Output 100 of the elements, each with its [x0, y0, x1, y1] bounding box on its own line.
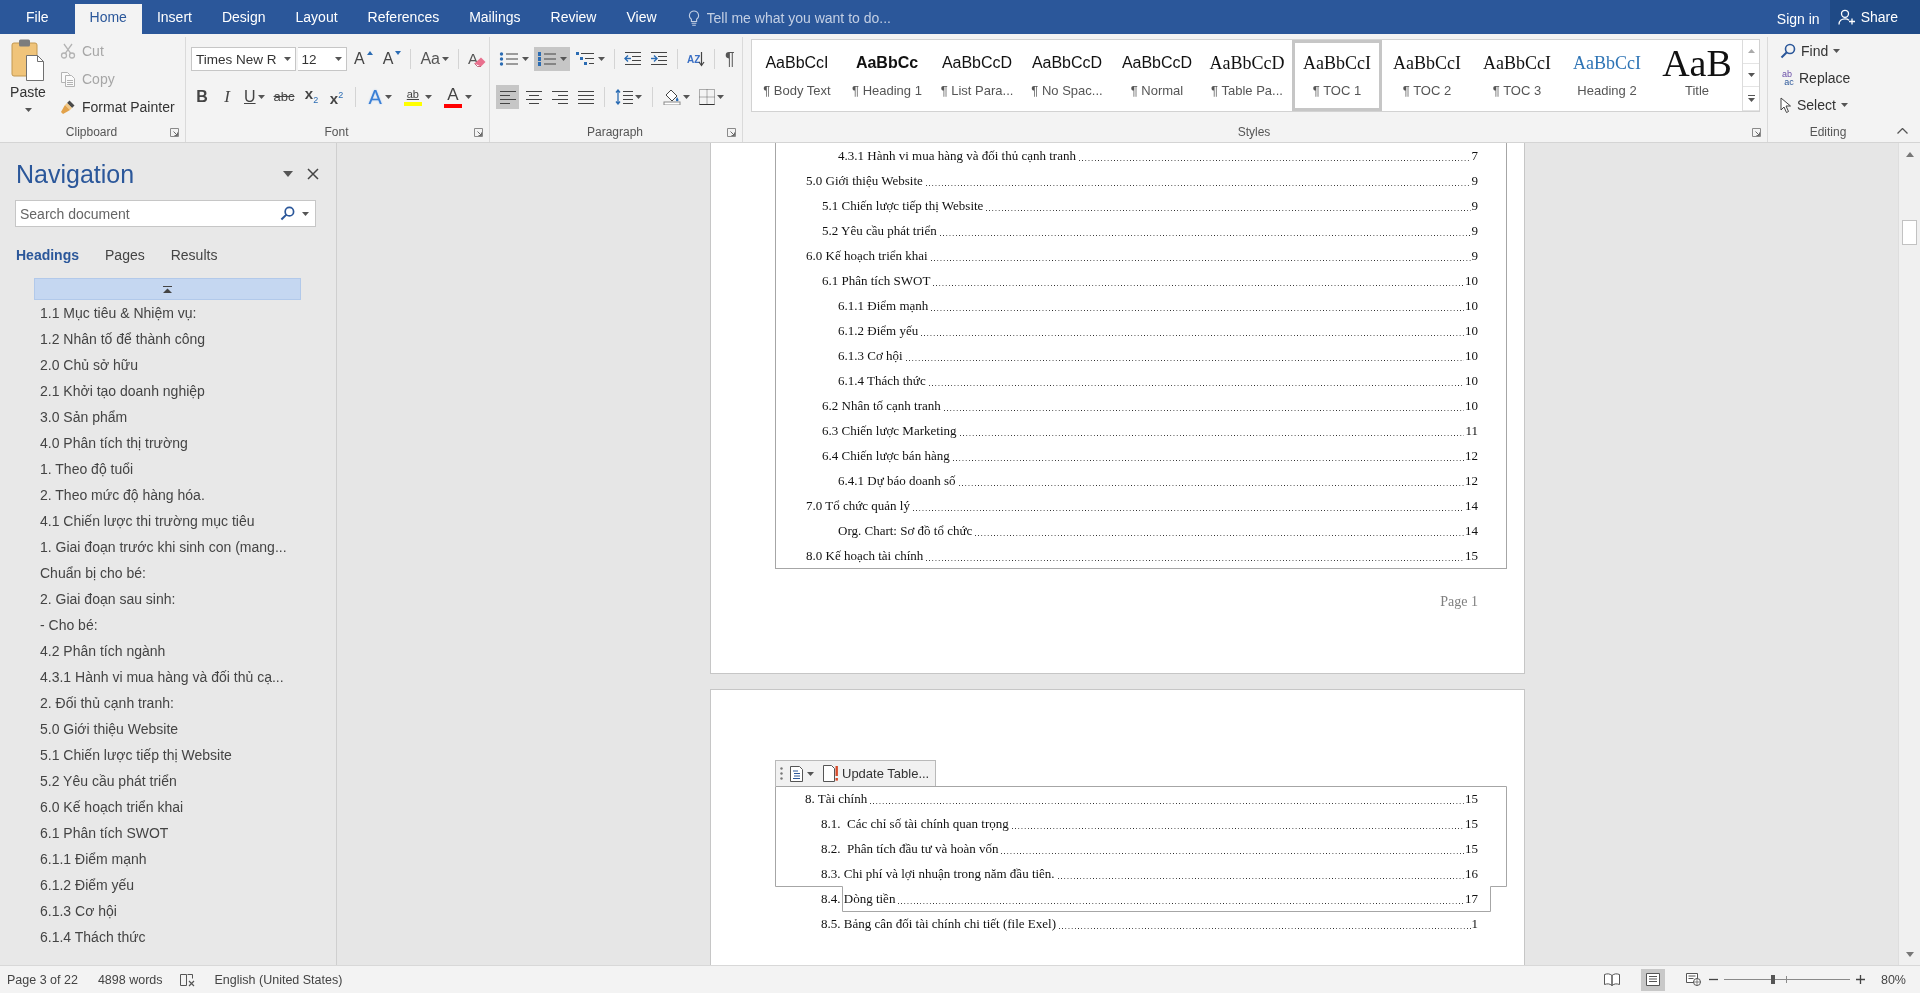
- toc-entry[interactable]: 6.1.2 Điểm yếu: [838, 322, 919, 339]
- style-option[interactable]: AaBbCcD ¶ No Spac...: [1022, 40, 1112, 111]
- toc-entry[interactable]: 6.1.4 Thách thức: [838, 372, 926, 389]
- style-option[interactable]: AaBbCcD ¶ Table Pa...: [1202, 40, 1292, 111]
- toc-entry[interactable]: 5.0 Giới thiệu Website: [806, 172, 923, 189]
- style-option[interactable]: AaBbCcI ¶ TOC 2: [1382, 40, 1472, 111]
- heading-item[interactable]: 6.1.2 Điểm yếu: [36, 872, 139, 898]
- heading-item[interactable]: 6.0 Kế hoạch triển khai: [36, 794, 188, 820]
- heading-item[interactable]: 6.1 Phân tích SWOT: [36, 820, 173, 846]
- toc-entry[interactable]: 7.0 Tổ chức quản lý: [806, 497, 910, 514]
- font-color-button[interactable]: A: [440, 85, 475, 109]
- italic-button[interactable]: I: [216, 85, 238, 109]
- font-size-field[interactable]: 12: [297, 47, 348, 71]
- zoom-level[interactable]: 80%: [1880, 970, 1906, 989]
- toc-entry[interactable]: 8.3. Chi phí và lợi nhuận trong năm đầu tiên.: [821, 865, 1055, 882]
- style-option[interactable]: AaBbCcD ¶ List Para...: [932, 40, 1022, 111]
- ribbon-tab[interactable]: Insert: [141, 4, 207, 34]
- heading-item[interactable]: 2.1 Khởi tạo doanh nghiệp: [36, 378, 209, 404]
- superscript-button[interactable]: x$^{2}$: [325, 85, 348, 109]
- zoom-slider-thumb[interactable]: [1771, 975, 1776, 984]
- print-layout-button[interactable]: [1640, 968, 1665, 991]
- style-option[interactable]: AaBbCcI Heading 2: [1562, 40, 1652, 111]
- toc-entry[interactable]: 8.4. Dòng tiền: [821, 890, 896, 907]
- toc-entry[interactable]: 6.4.1 Dự báo doanh số: [838, 472, 956, 489]
- search-icon[interactable]: [280, 206, 295, 221]
- heading-item[interactable]: 5.2 Yêu cầu phát triển: [36, 768, 181, 794]
- heading-item[interactable]: 2. Đối thủ cạnh tranh:: [36, 690, 178, 716]
- scrollbar-thumb[interactable]: [1902, 220, 1917, 245]
- heading-item[interactable]: - Cho bé:: [36, 612, 102, 638]
- style-option[interactable]: AaBbCcD ¶ Normal: [1112, 40, 1202, 111]
- style-option[interactable]: AaBbCcI ¶ TOC 3: [1472, 40, 1562, 111]
- toc-entry[interactable]: 6.0 Kế hoạch triển khai: [806, 247, 928, 264]
- style-option[interactable]: AaB Title: [1652, 40, 1742, 111]
- text-effects-button[interactable]: A: [365, 85, 395, 109]
- find-button[interactable]: Find: [1778, 37, 1843, 64]
- page-count[interactable]: Page 3 of 22: [7, 970, 78, 989]
- ribbon-tab[interactable]: References: [352, 4, 455, 34]
- heading-item[interactable]: 4.0 Phân tích thị trường: [36, 430, 192, 456]
- pane-tab[interactable]: Results: [157, 244, 231, 266]
- heading-item[interactable]: 5.0 Giới thiệu Website: [36, 716, 183, 742]
- style-option[interactable]: AaBbCc ¶ Heading 1: [842, 40, 932, 111]
- sign-in-link[interactable]: Sign in: [1766, 4, 1830, 34]
- format-painter-button[interactable]: Format Painter: [56, 93, 179, 121]
- heading-item[interactable]: 5.1 Chiến lược tiếp thị Website: [36, 742, 236, 768]
- pane-tab[interactable]: Headings: [3, 244, 92, 266]
- dialog-launcher-icon[interactable]: [474, 127, 483, 137]
- toc-entry[interactable]: 8.1. Các chỉ số tài chính quan trọng: [821, 815, 1009, 832]
- style-option[interactable]: AaBbCcI ¶ Body Text: [752, 40, 842, 111]
- heading-item[interactable]: 1. Giai đoạn trước khi sinh con (mang...: [36, 534, 291, 560]
- heading-item[interactable]: 2.0 Chủ sở hữu: [36, 352, 142, 378]
- strikethrough-button[interactable]: abc: [270, 85, 298, 109]
- share-button[interactable]: Share: [1829, 0, 1920, 34]
- caret-icon[interactable]: [302, 212, 309, 216]
- heading-item[interactable]: 1.2 Nhân tố để thành công: [36, 326, 210, 352]
- shrink-font-button[interactable]: A: [379, 47, 405, 71]
- sort-button[interactable]: AZ: [684, 47, 708, 71]
- align-left-button[interactable]: [496, 85, 519, 109]
- show-marks-button[interactable]: ¶: [721, 47, 739, 71]
- word-count[interactable]: 4898 words: [97, 970, 163, 989]
- toc-entry[interactable]: 5.2 Yêu cầu phát triển: [822, 222, 937, 239]
- toc-entry[interactable]: 6.1 Phân tích SWOT: [822, 272, 931, 289]
- bold-button[interactable]: B: [191, 85, 213, 109]
- language-indicator[interactable]: English (United States): [214, 970, 343, 989]
- pane-tab[interactable]: Pages: [92, 244, 158, 266]
- heading-item[interactable]: 1. Theo độ tuổi: [36, 456, 138, 482]
- heading-item[interactable]: 3.0 Sản phẩm: [36, 404, 132, 430]
- heading-item[interactable]: 4.1 Chiến lược thi trường mục tiêu: [36, 508, 259, 534]
- ribbon-tab[interactable]: Mailings: [454, 4, 536, 34]
- heading-item[interactable]: 4.3.1 Hành vi mua hàng và đối thủ cạ...: [36, 664, 288, 690]
- highlight-button[interactable]: ab: [400, 85, 435, 109]
- tell-me-field[interactable]: Tell me what you want to do...: [706, 9, 919, 26]
- ribbon-tab[interactable]: File: [0, 4, 75, 34]
- toc-entry[interactable]: Org. Chart: Sơ đồ tổ chức: [838, 522, 973, 539]
- toc-entry[interactable]: 5.1 Chiến lược tiếp thị Website: [822, 197, 984, 214]
- toc-entry[interactable]: 8.5. Bảng cân đối tài chính chi tiết (file Exel): [821, 915, 1056, 932]
- heading-item[interactable]: 2. Theo mức độ hàng hóa.: [36, 482, 209, 508]
- heading-item[interactable]: 6.1.4 Thách thức: [36, 924, 150, 950]
- select-button[interactable]: Select: [1778, 91, 1850, 118]
- grip-icon[interactable]: [780, 767, 783, 780]
- heading-item[interactable]: 1.1 Mục tiêu & Nhiệm vụ:: [36, 300, 201, 326]
- heading-item[interactable]: 4.2 Phân tích ngành: [36, 638, 170, 664]
- ribbon-tab[interactable]: Design: [206, 4, 281, 34]
- toc-entry[interactable]: 6.4 Chiến lược bán hàng: [822, 447, 950, 464]
- ribbon-tab[interactable]: Review: [535, 4, 612, 34]
- toc-entry[interactable]: 8.0 Kế hoạch tài chính: [806, 547, 924, 564]
- toc-entry[interactable]: 8.2. Phân tích đầu tư và hoàn vốn: [821, 840, 999, 857]
- subscript-button[interactable]: x$_{2}$: [300, 85, 323, 109]
- toc-entry[interactable]: 6.1.1 Điểm mạnh: [838, 297, 929, 314]
- change-case-button[interactable]: Aa: [417, 47, 452, 71]
- heading-item[interactable]: 6.1.3 Cơ hội: [36, 898, 121, 924]
- font-name-field[interactable]: Times New R: [191, 47, 296, 71]
- heading-item[interactable]: 6.1.1 Điểm mạnh: [36, 846, 151, 872]
- collapse-ribbon-button[interactable]: [1895, 126, 1910, 136]
- dialog-launcher-icon[interactable]: [1752, 127, 1761, 137]
- toc-entry[interactable]: 8. Tài chính: [805, 790, 868, 807]
- update-table-button[interactable]: Update Table...: [821, 762, 932, 785]
- paste-button[interactable]: Paste: [6, 37, 50, 122]
- heading-item[interactable]: 2. Giai đoạn sau sinh:: [36, 586, 180, 612]
- toc-entry[interactable]: 6.3 Chiến lược Marketing: [822, 422, 957, 439]
- dialog-launcher-icon[interactable]: [727, 127, 736, 137]
